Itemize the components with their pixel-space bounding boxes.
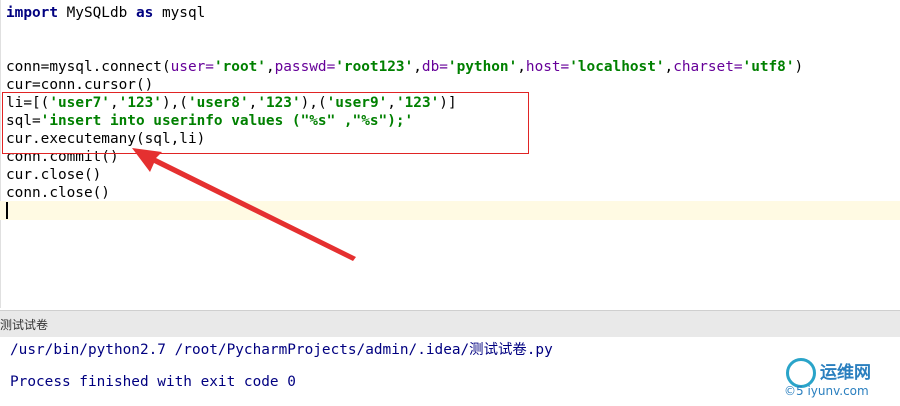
code-editor[interactable]: import MySQLdb as mysql conn=mysql.connec…: [0, 0, 900, 308]
console-command-line: /usr/bin/python2.7 /root/PycharmProjects…: [10, 342, 553, 358]
annotation-arrow: [132, 148, 356, 261]
run-tab-title[interactable]: 测试试卷: [0, 316, 48, 333]
run-panel-header[interactable]: 测试试卷: [0, 310, 900, 338]
site-watermark: 运维网 ©5 iyunv.com: [784, 358, 894, 404]
watermark-line1: 运维网: [820, 363, 871, 383]
watermark-line2: ©5 iyunv.com: [784, 384, 869, 398]
arrow-shape: [132, 148, 356, 261]
console-output[interactable]: /usr/bin/python2.7 /root/PycharmProjects…: [0, 337, 900, 406]
console-exit-status: Process finished with exit code 0: [10, 374, 296, 390]
